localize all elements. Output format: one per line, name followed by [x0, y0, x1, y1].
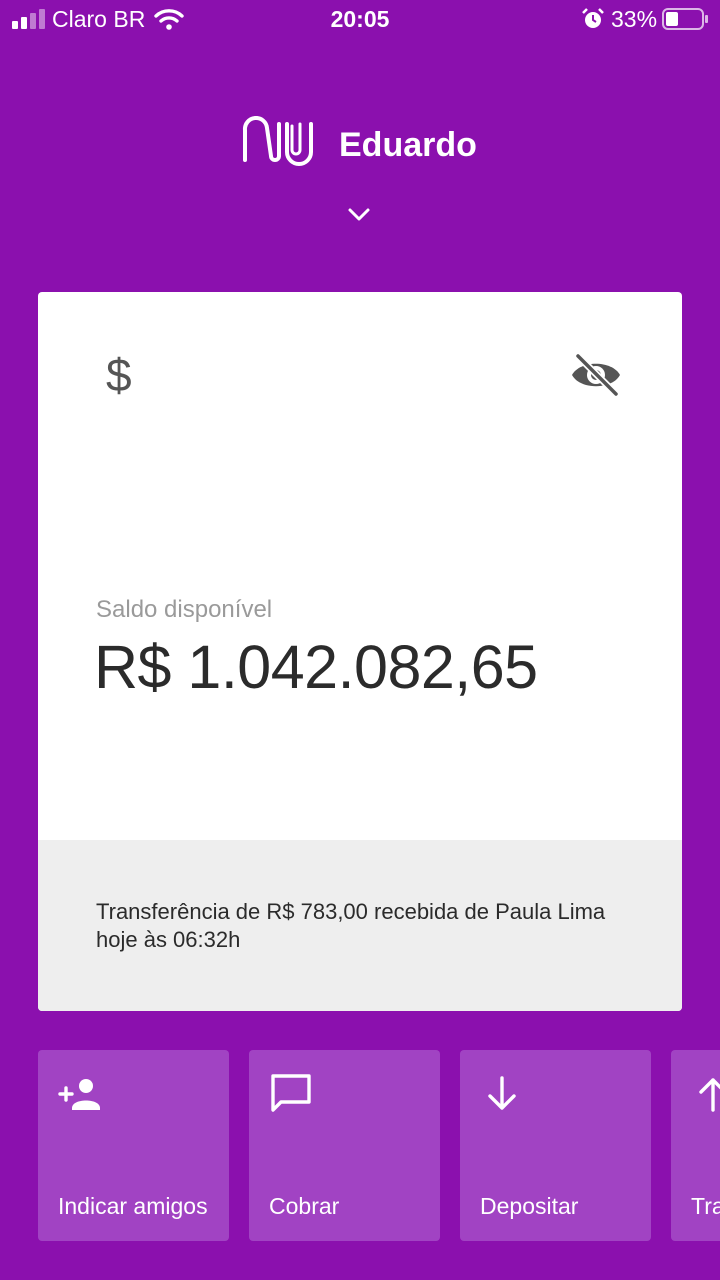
alarm-icon	[582, 8, 604, 28]
add-person-icon	[58, 1079, 100, 1110]
shortcut-indicar-amigos[interactable]: Indicar amigos	[38, 1050, 229, 1241]
battery-icon	[662, 8, 708, 30]
shortcut-depositar[interactable]: Depositar	[460, 1050, 651, 1241]
balance-label: Saldo disponível	[96, 596, 273, 623]
recent-transfer-notice: Transferência de R$ 783,00 recebida de P…	[96, 899, 606, 952]
shortcut-label: Tra	[691, 1193, 720, 1219]
chat-bubble-icon	[271, 1074, 311, 1112]
shortcut-cobrar[interactable]: Cobrar	[249, 1050, 440, 1241]
shortcut-label: Cobrar	[269, 1193, 340, 1219]
balance-value: R$ 1.042.082,65	[94, 633, 538, 701]
account-header[interactable]: Eduardo	[0, 112, 720, 182]
shortcut-label: Depositar	[480, 1193, 579, 1219]
arrow-down-icon	[488, 1076, 516, 1110]
shortcut-label: Indicar amigos	[58, 1193, 208, 1219]
arrow-up-icon	[699, 1078, 720, 1112]
shortcut-transferir[interactable]: Tra	[671, 1050, 720, 1241]
nubank-logo-icon	[242, 116, 313, 166]
battery-percent: 33%	[611, 6, 658, 32]
recent-activity-footer[interactable]: Transferência de R$ 783,00 recebida de P…	[38, 840, 682, 1011]
status-bar: Claro BR 20:05 33%	[0, 0, 720, 40]
eye-off-icon[interactable]	[570, 352, 622, 398]
app-screen: Claro BR 20:05 33% Eduardo $ Saldo dispo…	[0, 0, 720, 1280]
chevron-down-icon[interactable]	[346, 205, 372, 223]
dollar-icon: $	[106, 349, 132, 401]
user-name: Eduardo	[339, 126, 477, 164]
account-balance-card[interactable]: $ Saldo disponível R$ 1.042.082,65 Trans…	[38, 292, 682, 1011]
